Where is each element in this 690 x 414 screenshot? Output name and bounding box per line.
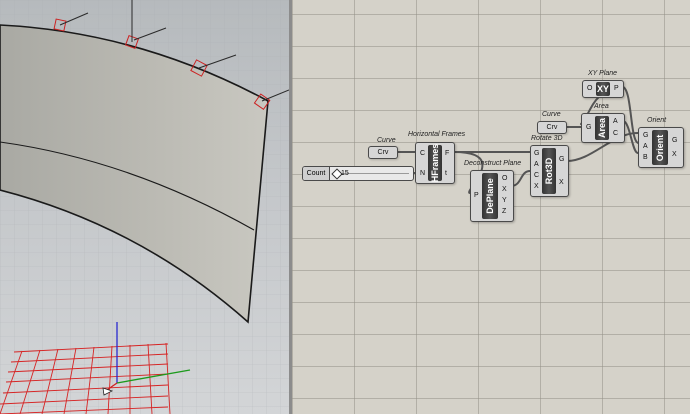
hframes-component[interactable]: C N HFrames F t bbox=[415, 142, 455, 184]
orient-in-g[interactable]: G bbox=[643, 132, 648, 139]
rhino-viewport[interactable] bbox=[0, 0, 289, 414]
rot3d-in-x[interactable]: X bbox=[534, 183, 539, 190]
rot3d-title: Rotate 3D bbox=[531, 135, 563, 142]
rot3d-in-a[interactable]: A bbox=[534, 161, 539, 168]
orient-in-b[interactable]: B bbox=[643, 154, 648, 161]
xyplane-in-o[interactable]: O bbox=[587, 85, 592, 92]
hframes-title: Horizontal Frames bbox=[408, 131, 466, 138]
rot3d-in-g[interactable]: G bbox=[534, 150, 539, 157]
grasshopper-canvas[interactable]: Count 15 Curve Crv Horizontal Frames C N… bbox=[292, 0, 690, 414]
slider-label: Count bbox=[303, 167, 330, 180]
curve-2-title: Curve bbox=[542, 111, 561, 118]
deplane-title: Deconstruct Plane bbox=[464, 160, 522, 167]
rot3d-out-g[interactable]: G bbox=[559, 156, 564, 163]
curve-1-title: Curve bbox=[377, 137, 396, 144]
area-component[interactable]: G Area A C bbox=[581, 113, 625, 143]
hframes-in-n[interactable]: N bbox=[420, 170, 425, 177]
deplane-in-p[interactable]: P bbox=[474, 192, 479, 199]
orient-component[interactable]: G A B Orient G X bbox=[638, 127, 684, 168]
area-core: Area bbox=[595, 116, 609, 140]
area-in-g[interactable]: G bbox=[586, 124, 591, 131]
slider-value: 15 bbox=[341, 170, 349, 177]
rot3d-in-c[interactable]: C bbox=[534, 172, 539, 179]
orient-core: Orient bbox=[652, 130, 668, 165]
curve-1-param[interactable]: Crv bbox=[368, 146, 398, 159]
hframes-in-c[interactable]: C bbox=[420, 150, 425, 157]
area-title: Area bbox=[594, 103, 609, 110]
rot3d-core: Rot3D bbox=[542, 148, 556, 194]
rot3d-out-x[interactable]: X bbox=[559, 179, 564, 186]
area-out-a[interactable]: A bbox=[613, 118, 618, 125]
orient-title: Orient bbox=[647, 117, 667, 124]
deplane-out-z[interactable]: Z bbox=[502, 208, 506, 215]
deplane-out-x[interactable]: X bbox=[502, 186, 507, 193]
orient-in-a[interactable]: A bbox=[643, 143, 648, 150]
deplane-core: DePlane bbox=[482, 173, 498, 219]
xyplane-core: XY bbox=[596, 82, 610, 96]
orient-out-x[interactable]: X bbox=[672, 151, 677, 158]
xyplane-title: XY Plane bbox=[588, 70, 618, 77]
hframes-out-f[interactable]: F bbox=[445, 150, 449, 157]
curve-2-param[interactable]: Crv bbox=[537, 121, 567, 134]
orient-out-g[interactable]: G bbox=[672, 137, 677, 144]
hframes-out-t[interactable]: t bbox=[445, 170, 447, 177]
count-slider[interactable]: Count 15 bbox=[302, 166, 414, 181]
xyplane-component[interactable]: O XY P bbox=[582, 80, 624, 98]
xyplane-out-p[interactable]: P bbox=[614, 85, 619, 92]
area-out-c[interactable]: C bbox=[613, 130, 618, 137]
rot3d-component[interactable]: G A C X Rot3D G X bbox=[530, 145, 569, 197]
deplane-out-y[interactable]: Y bbox=[502, 197, 507, 204]
viewport-scene bbox=[0, 0, 289, 414]
deplane-out-o[interactable]: O bbox=[502, 175, 507, 182]
hframes-core: HFrames bbox=[428, 143, 442, 183]
deplane-component[interactable]: P DePlane O X Y Z bbox=[470, 170, 514, 222]
